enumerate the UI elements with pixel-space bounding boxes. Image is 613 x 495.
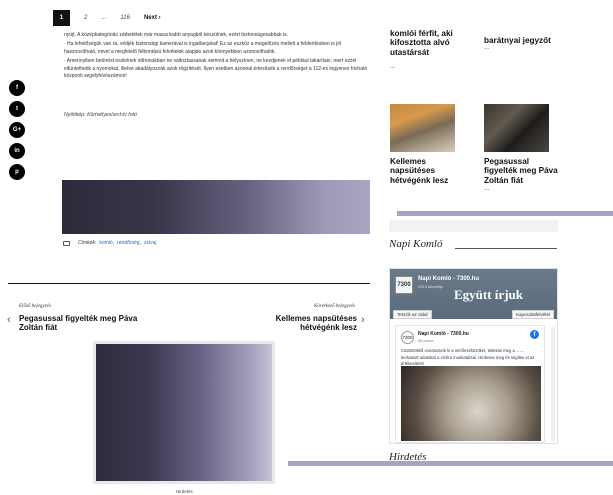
tag-link[interactable]: zsivaj bbox=[144, 240, 157, 246]
fb-followers: 2013 követője bbox=[418, 284, 443, 289]
sidebar-post-title[interactable]: Kellemes napsütéses hétvégénk lesz bbox=[390, 157, 470, 185]
napi-komlo-heading: Napi Komló bbox=[389, 238, 443, 250]
heading-underline bbox=[455, 248, 557, 249]
pagination: 1 2 ... 116 Next › bbox=[53, 10, 161, 26]
ad-banner[interactable] bbox=[62, 180, 370, 234]
fb-page-logo[interactable]: 7300 bbox=[395, 276, 413, 294]
fb-slogan: Együtt írjuk bbox=[454, 287, 523, 302]
sidebar-thumbnail[interactable] bbox=[390, 104, 455, 152]
ad-caption: Hirdetés bbox=[176, 489, 193, 494]
next-post-label: Következő bejegyzés bbox=[314, 304, 355, 309]
chevron-left-icon[interactable]: ‹ bbox=[7, 314, 11, 326]
facebook-icon[interactable]: f bbox=[530, 330, 539, 339]
folder-icon bbox=[63, 240, 70, 246]
ad-image[interactable] bbox=[93, 341, 275, 484]
tags-row: Címkék: komló, rendőrség, zsivaj bbox=[63, 240, 157, 246]
prev-post-label: Előző bejegyzés bbox=[19, 304, 51, 309]
fb-post: 7300 Napi Komló - 7300.hu 45 perce f Csü… bbox=[395, 325, 545, 443]
tags-label: Címkék: bbox=[78, 240, 97, 246]
fb-like-button[interactable]: Tetszik az oldal bbox=[393, 310, 432, 319]
avatar[interactable]: 7300 bbox=[401, 331, 414, 344]
sidebar-post-more[interactable]: ... bbox=[484, 45, 489, 51]
fb-page-name[interactable]: Napi Komló - 7300.hu bbox=[418, 276, 479, 282]
divider bbox=[8, 283, 370, 284]
article-body: nyújt. A középkategóriás zárbetétek már … bbox=[64, 32, 370, 82]
sidebar-post-more[interactable]: ... bbox=[390, 64, 395, 70]
fb-post-time[interactable]: 45 perce bbox=[418, 338, 434, 343]
facebook-page-widget[interactable]: 7300 Napi Komló - 7300.hu 2013 követője … bbox=[389, 268, 558, 444]
next-page-link[interactable]: Next › bbox=[144, 15, 161, 21]
article-paragraph: nyújt. A középkategóriás zárbetétek már … bbox=[64, 32, 289, 38]
sidebar-spacer bbox=[389, 220, 558, 232]
twitter-share-icon[interactable]: t bbox=[9, 101, 25, 117]
fb-post-text: Csütörtöktől vonatozunk ki a mérőeszközö… bbox=[401, 348, 535, 366]
pinterest-share-icon[interactable]: p bbox=[9, 164, 25, 180]
sidebar-post-title[interactable]: komlói férfit, aki kifosztotta alvó utas… bbox=[390, 29, 470, 57]
fb-post-author[interactable]: Napi Komló - 7300.hu bbox=[418, 331, 469, 337]
linkedin-share-icon[interactable]: in bbox=[9, 143, 25, 159]
sidebar-post-more[interactable]: ... bbox=[484, 186, 489, 192]
googleplus-share-icon[interactable]: G+ bbox=[9, 122, 25, 138]
facebook-share-icon[interactable]: f bbox=[9, 80, 25, 96]
tag-link[interactable]: komló, bbox=[99, 240, 114, 246]
article-paragraph: · Ha lehetőségük van rá, védjék biztonsá… bbox=[64, 41, 342, 55]
page-current[interactable]: 1 bbox=[53, 10, 70, 26]
page-ellipsis: ... bbox=[101, 15, 107, 21]
article-paragraph: · Amennyiben betörést észlelnek otthonuk… bbox=[64, 57, 368, 80]
page-link[interactable]: 2 bbox=[84, 15, 87, 21]
tag-link[interactable]: rendőrség, bbox=[117, 240, 141, 246]
sidebar-post-title[interactable]: Pegasussal figyelték meg Páva Zoltán fiá… bbox=[484, 157, 564, 185]
image-credit: Nyitókép: Körtvélyes/archív fotó bbox=[64, 112, 137, 118]
sidebar-thumbnail[interactable] bbox=[484, 104, 549, 152]
page-link[interactable]: 116 bbox=[120, 15, 130, 21]
accent-bar bbox=[288, 461, 613, 466]
fb-post-image[interactable] bbox=[401, 366, 541, 441]
prev-post-link[interactable]: Pegasussal figyelték meg Páva Zoltán fiá… bbox=[19, 314, 139, 332]
accent-bar bbox=[397, 211, 613, 216]
next-post-link[interactable]: Kellemes napsütéses hétvégénk lesz bbox=[247, 314, 357, 332]
sidebar-post-more[interactable]: ... bbox=[390, 177, 395, 183]
sidebar-post-title[interactable]: barátnyai jegyzőt bbox=[484, 36, 564, 45]
scrollbar[interactable] bbox=[551, 327, 555, 441]
fb-contact-button[interactable]: Kapcsolatfelvétel bbox=[511, 310, 554, 319]
hirdetes-heading: Hirdetés bbox=[389, 451, 427, 463]
chevron-right-icon[interactable]: › bbox=[361, 314, 365, 326]
